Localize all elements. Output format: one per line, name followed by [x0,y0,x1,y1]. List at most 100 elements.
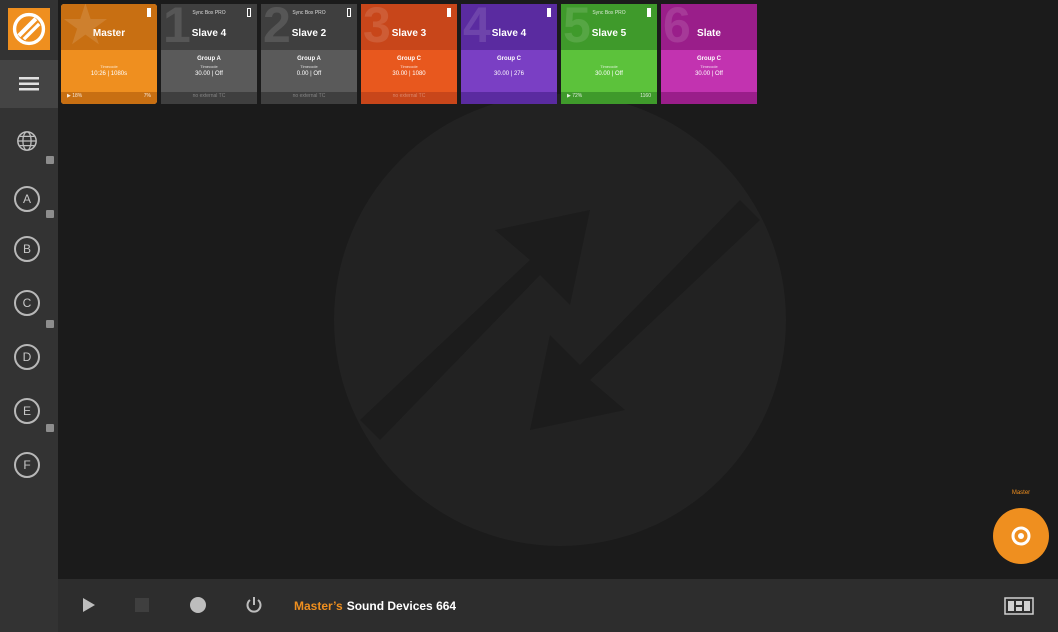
master-label: Master’s [294,599,343,613]
master-settings-button[interactable] [993,508,1049,564]
group-badge [46,424,54,432]
tile-group: Group A [297,56,321,62]
tile-foot: ▶ 72% 1160 [567,93,651,99]
record-icon [190,597,206,613]
tile-foot-right: 7% [143,93,151,99]
app-window: A B C D E F ★ Master Timecode 10:26 | 10… [0,0,1058,632]
tile-name: Slave 2 [291,28,327,39]
battery-icon [447,8,451,17]
device-tile-master[interactable]: ★ Master Timecode 10:26 | 1080s ▶ 18% 7% [61,4,157,104]
tile-sub: Timecode [300,64,318,69]
power-icon [246,597,262,613]
tile-group: Group C [497,56,521,62]
battery-icon [147,8,151,17]
tile-number: 6 [663,4,691,53]
group-label: C [22,296,32,310]
group-label: E [22,404,31,418]
group-label: F [23,458,31,472]
tile-foot: no external TC [267,93,351,99]
app-logo-icon [12,12,46,46]
all-groups-button[interactable] [14,128,40,154]
tile-name: Slave 3 [391,28,427,39]
device-tile-4[interactable]: 4 Slave 4 Group C 30.00 | 276 [461,4,557,104]
globe-icon [17,131,37,151]
tile-foot-center: no external TC [192,93,226,99]
battery-icon [647,8,651,17]
left-rail: A B C D E F [0,0,58,632]
stop-icon [135,598,149,612]
stop-button[interactable] [132,595,152,615]
transport-bar: Master’s Sound Devices 664 [58,579,1058,632]
device-tile-3[interactable]: 3 Slave 3 Group C Timecode 30.00 | 1080 … [361,4,457,104]
group-badge [46,210,54,218]
tile-group: Group C [697,56,721,62]
device-tile-6[interactable]: 6 Slate Group C Timecode 30.00 | Off [661,4,757,104]
group-d-button[interactable]: D [14,344,40,370]
fab-label: Master [1011,490,1031,496]
battery-icon [347,8,351,17]
tile-sub: Timecode [200,64,218,69]
tile-name: Slate [697,28,721,39]
tile-footer [661,92,757,104]
record-button[interactable] [188,595,208,615]
group-f-button[interactable]: F [14,452,40,478]
tile-footer [461,92,557,104]
group-badge [46,320,54,328]
tile-name: Slave 4 [191,28,227,39]
tile-name: Master [92,28,126,39]
group-label: A [22,192,31,206]
master-device-status: Master’s Sound Devices 664 [294,599,456,613]
group-b-button[interactable]: B [14,236,40,262]
tile-timecode: 0.00 | Off [296,71,322,77]
battery-icon [547,8,551,17]
tile-timecode: 30.00 | 276 [494,71,524,77]
menu-button[interactable] [0,60,58,108]
tile-number: ★ [63,4,108,53]
tile-model: Sync Box PRO [592,10,626,16]
device-tile-2[interactable]: 2 Sync Box PRO Slave 2 Group A Timecode … [261,4,357,104]
group-label: D [22,350,32,364]
tile-sub: Timecode [600,64,618,69]
power-button[interactable] [244,595,264,615]
tile-sub: Timecode [400,64,418,69]
tile-foot-center: no external TC [292,93,326,99]
tile-foot-right: 1160 [640,93,651,99]
tile-foot-left: ▶ 18% [67,93,83,99]
tile-foot: no external TC [167,93,251,99]
device-tile-5[interactable]: 5 Sync Box PRO Slave 5 Timecode 30.00 | … [561,4,657,104]
tile-timecode: 30.00 | Off [595,71,623,77]
device-tile-1[interactable]: 1 Sync Box PRO Slave 4 Group A Timecode … [161,4,257,104]
tile-name: Slave 5 [591,28,627,39]
group-c-button[interactable]: C [14,290,40,316]
gear-icon [1011,526,1031,546]
tile-timecode: 30.00 | Off [195,71,223,77]
tile-foot: no external TC [367,93,451,99]
brand-logo-icon [1004,597,1034,615]
battery-icon [247,8,251,17]
tile-model: Sync Box PRO [192,10,226,16]
tile-foot-left: ▶ 72% [567,93,583,99]
tile-group: Group A [197,56,221,62]
tile-timecode: 10:26 | 1080s [90,71,128,77]
play-button[interactable] [78,595,98,615]
tile-number: 3 [363,4,391,53]
master-device-name: Sound Devices 664 [346,599,457,613]
tile-sub: Timecode [100,64,118,69]
group-badge [46,156,54,164]
watermark-logo-icon [334,94,786,546]
group-label: B [22,242,31,256]
tile-sub: Timecode [700,64,718,69]
group-e-button[interactable]: E [14,398,40,424]
play-icon [83,598,95,612]
app-logo[interactable] [8,8,50,50]
tile-number: 4 [463,4,491,53]
tile-foot-center: no external TC [392,93,426,99]
tile-timecode: 30.00 | 1080 [392,71,426,77]
tile-timecode: 30.00 | Off [695,71,723,77]
hamburger-icon [19,77,39,91]
group-a-button[interactable]: A [14,186,40,212]
tile-foot: ▶ 18% 7% [67,93,151,99]
tile-group: Group C [397,56,421,62]
tile-name: Slave 4 [491,28,527,39]
tile-model: Sync Box PRO [292,10,326,16]
